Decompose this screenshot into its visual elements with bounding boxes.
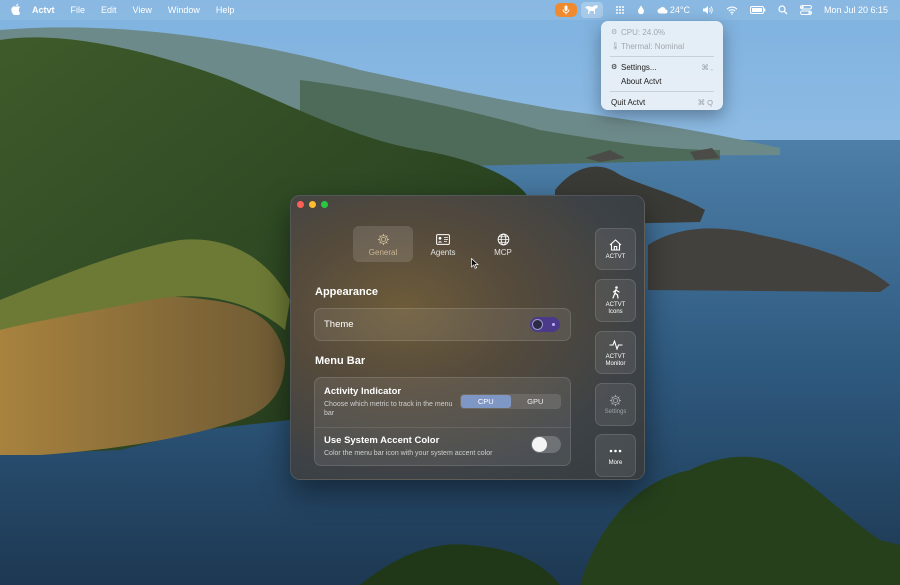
menu-window[interactable]: Window: [160, 0, 208, 20]
menu-edit[interactable]: Edit: [93, 0, 125, 20]
quit-shortcut: ⌘ Q: [697, 97, 713, 107]
menu-bar-heading: Menu Bar: [315, 355, 366, 367]
menu-file[interactable]: File: [63, 0, 94, 20]
cpu-usage-text: CPU: 24.0%: [621, 27, 666, 37]
thermal-status-text: Thermal: Nominal: [621, 41, 685, 51]
drop-icon[interactable]: [631, 0, 651, 20]
tab-general-label: General: [368, 247, 398, 257]
appearance-card: Theme: [314, 308, 571, 341]
tab-mcp-label: MCP: [494, 247, 512, 257]
menu-item-thermal: 🌡︎ Thermal: Nominal: [601, 39, 723, 53]
row-divider: [315, 427, 570, 428]
cpu-chip-icon: ⚙: [611, 29, 618, 36]
menu-item-quit-label: Quit Actvt: [611, 97, 646, 107]
menu-item-about-label: About Actvt: [621, 76, 662, 86]
metric-segmented-control: CPU GPU: [460, 394, 561, 409]
actvt-status-menu: ⚙ CPU: 24.0% 🌡︎ Thermal: Nominal ⚙ Setti…: [601, 21, 723, 110]
menu-item-about[interactable]: About Actvt: [601, 74, 723, 88]
menu-bar: Actvt File Edit View Window Help 24°C Mo…: [0, 0, 900, 20]
id-card-icon: [436, 232, 450, 248]
tab-agents-label: Agents: [430, 247, 456, 257]
window-controls: [297, 201, 328, 208]
mouse-cursor-icon: [471, 256, 479, 274]
pulse-icon: [609, 338, 623, 352]
theme-toggle[interactable]: [530, 317, 560, 332]
tab-mcp[interactable]: MCP: [473, 226, 533, 262]
moon-icon: [552, 323, 555, 326]
gear-icon: [377, 232, 390, 248]
appearance-heading: Appearance: [315, 286, 378, 298]
menu-help[interactable]: Help: [208, 0, 243, 20]
battery-icon[interactable]: [744, 0, 772, 20]
app-menu[interactable]: Actvt: [32, 0, 63, 20]
settings-tabs: General Agents MCP: [353, 226, 533, 262]
wifi-icon[interactable]: [720, 0, 744, 20]
accent-color-toggle[interactable]: [531, 436, 561, 453]
gear-icon: ⚙: [611, 64, 618, 71]
microphone-icon[interactable]: [554, 3, 577, 17]
volume-icon[interactable]: [696, 0, 720, 20]
globe-icon: [497, 232, 510, 248]
sidebar-item-settings[interactable]: Settings: [595, 383, 636, 426]
thermometer-icon: 🌡︎: [611, 43, 620, 50]
home-icon: [609, 238, 622, 252]
settings-shortcut: ⌘ ,: [701, 62, 713, 72]
control-center-icon[interactable]: [794, 0, 818, 20]
menu-item-settings-label: Settings...: [621, 62, 657, 72]
actvt-status-icon[interactable]: [580, 2, 603, 18]
apple-menu-icon[interactable]: [0, 3, 32, 18]
segment-gpu[interactable]: GPU: [511, 395, 561, 408]
theme-toggle-knob: [532, 319, 543, 330]
close-button[interactable]: [297, 201, 304, 208]
tab-agents[interactable]: Agents: [413, 226, 473, 262]
minimize-button[interactable]: [309, 201, 316, 208]
sidebar-item-label: ACTVT Icons: [605, 301, 626, 315]
menu-item-cpu: ⚙ CPU: 24.0%: [601, 25, 723, 39]
sidebar-item-more[interactable]: More: [595, 434, 636, 477]
menu-bar-card: Activity Indicator Choose which metric t…: [314, 377, 571, 466]
accent-color-title: Use System Accent Color: [324, 435, 440, 446]
weather-temperature: 24°C: [669, 5, 690, 15]
activity-indicator-description: Choose which metric to track in the menu…: [324, 401, 453, 417]
tab-general[interactable]: General: [353, 226, 413, 262]
sidebar-item-actvt-monitor[interactable]: ACTVT Monitor: [595, 331, 636, 374]
settings-window: General Agents MCP Appearance Theme Menu…: [290, 195, 645, 480]
theme-label: Theme: [324, 319, 354, 330]
menu-item-quit[interactable]: Quit Actvt ⌘ Q: [601, 95, 723, 109]
ellipsis-icon: [609, 444, 622, 458]
sidebar-item-actvt[interactable]: ACTVT: [595, 228, 636, 270]
menu-separator: [610, 56, 714, 57]
menubar-clock[interactable]: Mon Jul 20 6:15: [818, 0, 894, 20]
sidebar-item-label: ACTVT: [605, 253, 626, 260]
weather-cloud-icon[interactable]: 24°C: [651, 0, 696, 20]
menu-view[interactable]: View: [125, 0, 160, 20]
accent-color-description: Color the menu bar icon with your system…: [324, 450, 493, 457]
sidebar-item-label: More: [608, 460, 623, 466]
sidebar-item-actvt-icons[interactable]: ACTVT Icons: [595, 279, 636, 322]
segment-cpu[interactable]: CPU: [461, 395, 511, 408]
menu-item-settings[interactable]: ⚙ Settings... ⌘ ,: [601, 60, 723, 74]
spotlight-search-icon[interactable]: [772, 0, 794, 20]
menu-separator: [610, 91, 714, 92]
activity-indicator-title: Activity Indicator: [324, 386, 402, 397]
gear-icon: [609, 393, 622, 407]
accent-toggle-knob: [532, 437, 547, 452]
zoom-button[interactable]: [321, 201, 328, 208]
grid-icon[interactable]: [609, 0, 631, 20]
sidebar-item-label: Settings: [604, 409, 627, 415]
walking-figure-icon: [611, 286, 621, 300]
sidebar-item-label: ACTVT Monitor: [605, 353, 626, 367]
